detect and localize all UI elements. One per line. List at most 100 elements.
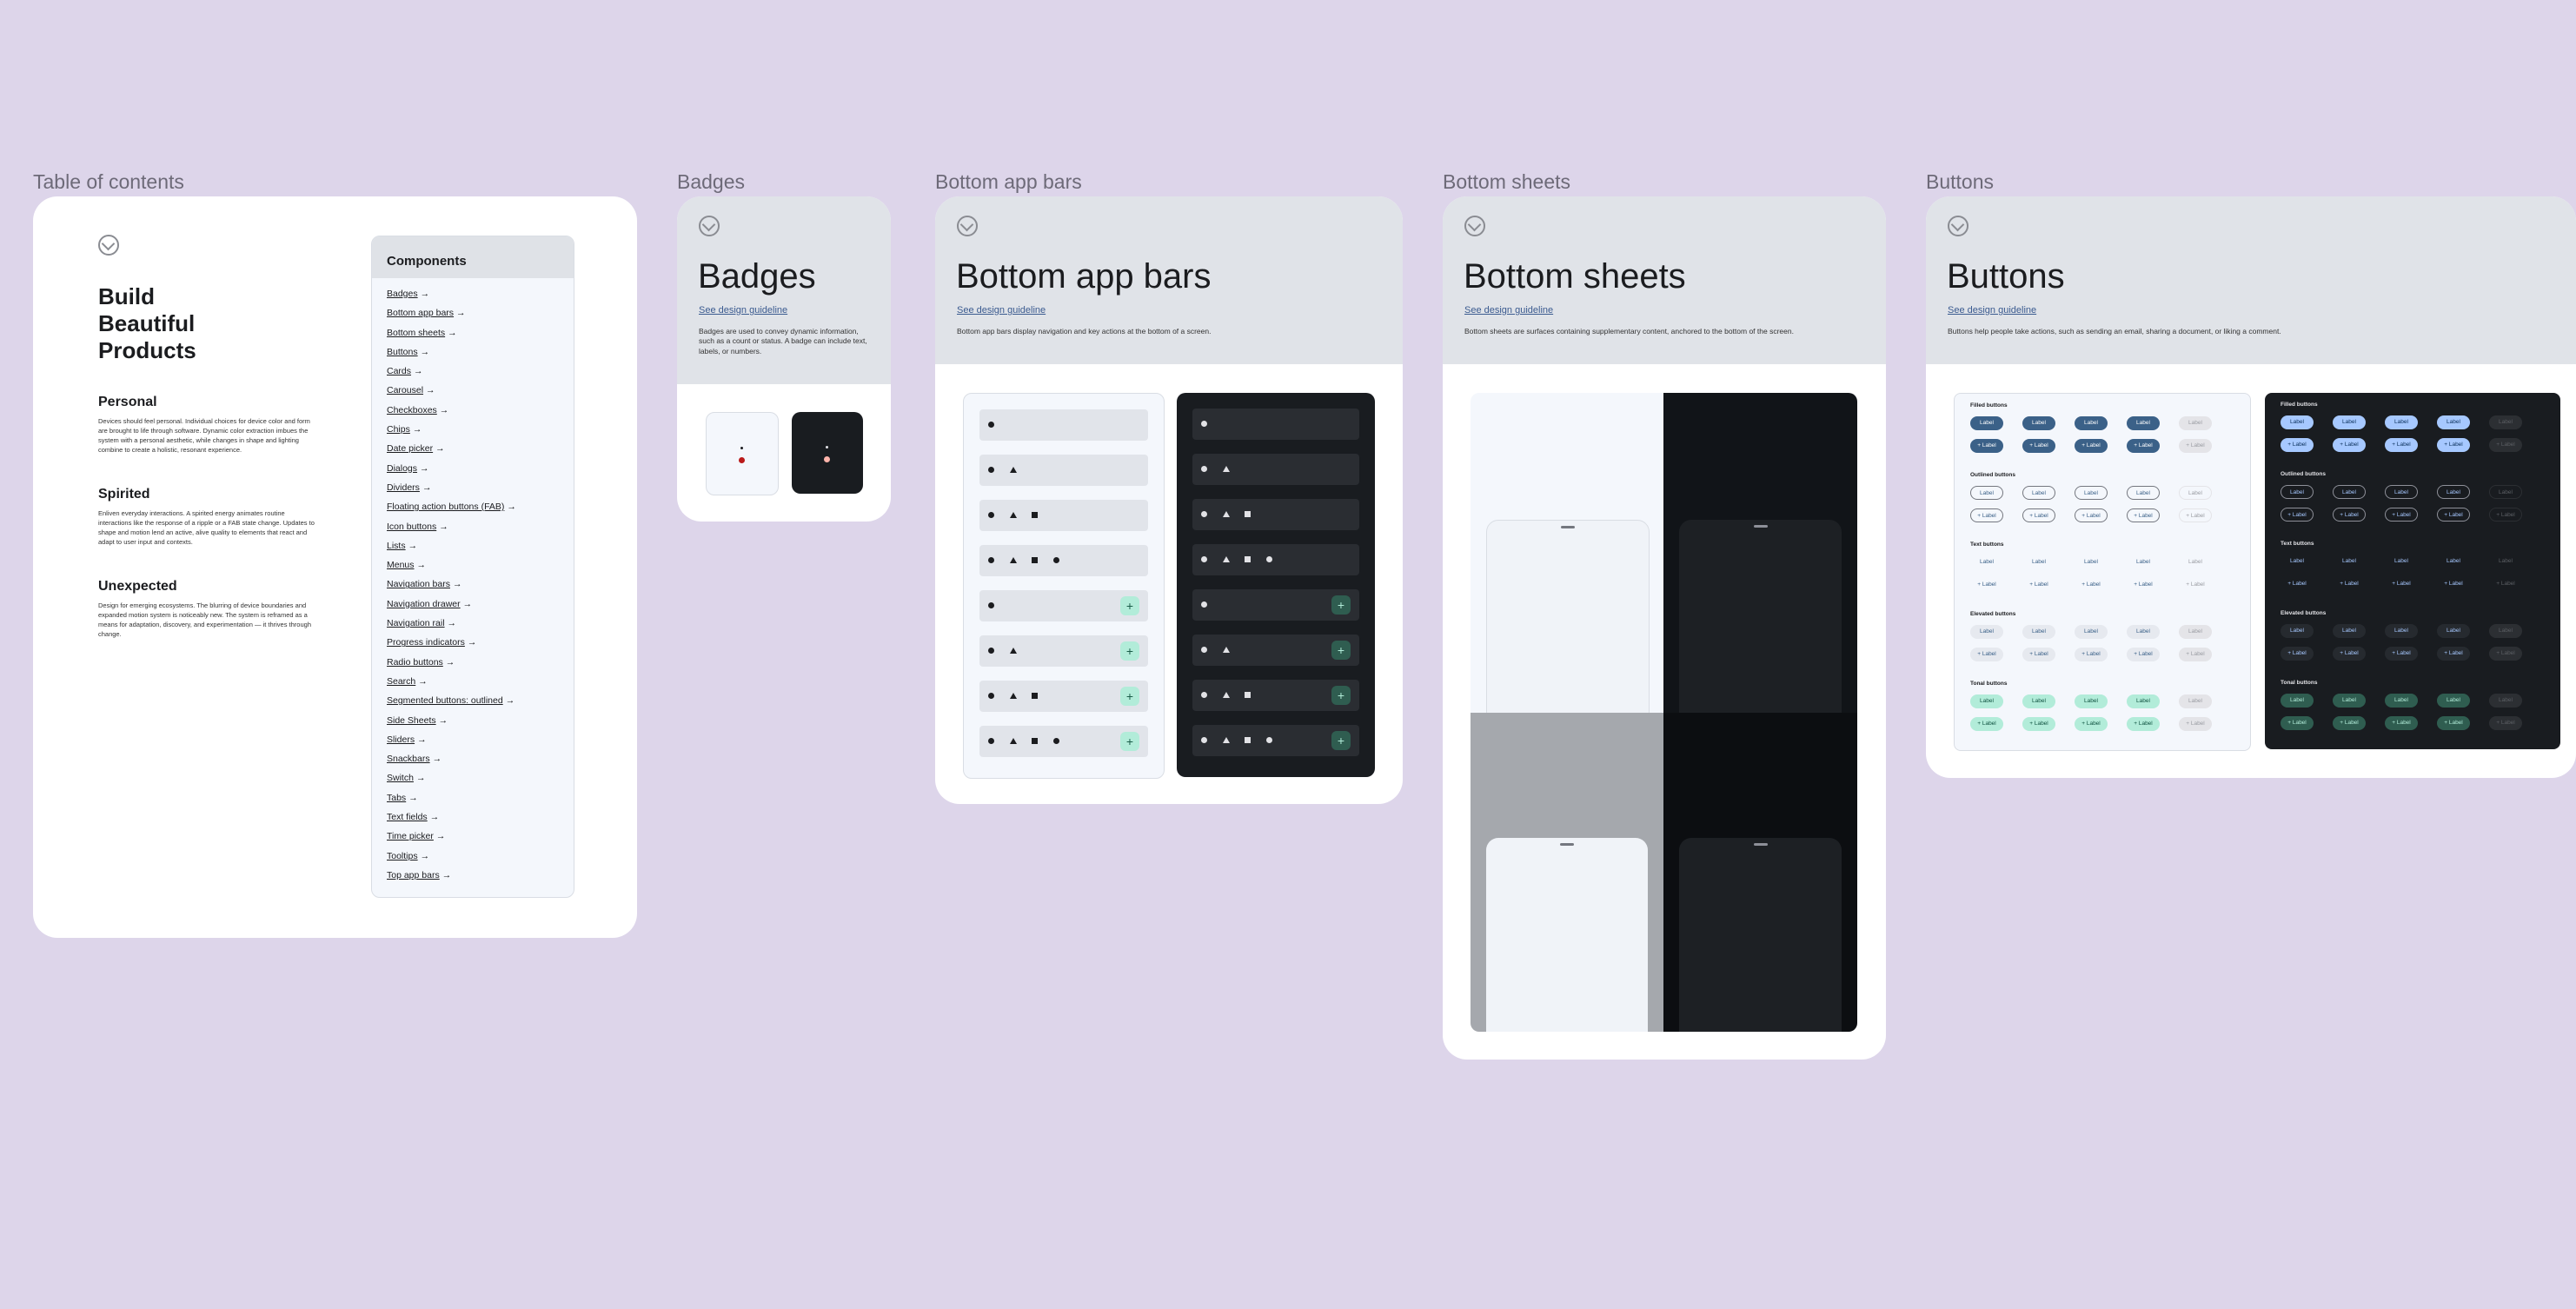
label-button[interactable]: + Label xyxy=(2281,508,2314,522)
label-button[interactable]: + Label xyxy=(2127,508,2160,522)
label-button[interactable]: Label xyxy=(2075,694,2108,708)
label-button[interactable]: + Label xyxy=(2437,647,2470,661)
component-link[interactable]: Progress indicators xyxy=(387,637,465,648)
label-button[interactable]: + Label xyxy=(2385,647,2418,661)
component-link[interactable]: Sliders xyxy=(387,734,415,745)
circle-icon[interactable] xyxy=(988,602,994,608)
label-button[interactable]: Label xyxy=(2281,624,2314,638)
label-button[interactable]: + Label xyxy=(2022,717,2055,731)
label-button[interactable]: + Label xyxy=(2437,508,2470,522)
label-button[interactable]: Label xyxy=(2281,555,2314,568)
label-button[interactable]: + Label xyxy=(2281,716,2314,730)
label-button[interactable]: + Label xyxy=(2489,438,2522,452)
component-link[interactable]: Chips xyxy=(387,424,410,435)
design-guideline-link[interactable]: See design guideline xyxy=(1464,305,1553,316)
label-button[interactable]: + Label xyxy=(2179,578,2212,592)
label-button[interactable]: Label xyxy=(1970,694,2003,708)
square-icon[interactable] xyxy=(1245,511,1251,517)
circle-icon[interactable] xyxy=(988,738,994,744)
triangle-icon[interactable] xyxy=(1223,556,1230,562)
label-button[interactable]: Label xyxy=(2437,694,2470,708)
component-link[interactable]: Lists xyxy=(387,541,406,551)
circle-icon[interactable] xyxy=(988,467,994,473)
circle-icon[interactable] xyxy=(988,422,994,428)
component-link[interactable]: Radio buttons xyxy=(387,657,443,668)
circle-icon[interactable] xyxy=(1053,738,1059,744)
label-button[interactable]: Label xyxy=(2075,486,2108,500)
label-button[interactable]: Label xyxy=(2022,416,2055,430)
label-button[interactable]: + Label xyxy=(2385,577,2418,591)
label-button[interactable]: Label xyxy=(2437,485,2470,499)
label-button[interactable]: Label xyxy=(2179,555,2212,569)
triangle-icon[interactable] xyxy=(1010,512,1017,518)
label-button[interactable]: + Label xyxy=(2179,508,2212,522)
label-button[interactable]: + Label xyxy=(2489,716,2522,730)
triangle-icon[interactable] xyxy=(1223,737,1230,743)
component-link[interactable]: Snackbars xyxy=(387,754,430,764)
circle-icon[interactable] xyxy=(1201,647,1207,653)
label-button[interactable]: Label xyxy=(2489,555,2522,568)
component-link[interactable]: Text fields xyxy=(387,812,428,822)
fab-add-button[interactable]: + xyxy=(1120,687,1139,706)
label-button[interactable]: + Label xyxy=(1970,648,2003,661)
label-button[interactable]: + Label xyxy=(2075,508,2108,522)
label-button[interactable]: + Label xyxy=(2075,578,2108,592)
circle-icon[interactable] xyxy=(1201,737,1207,743)
circle-icon[interactable] xyxy=(1053,557,1059,563)
fab-add-button[interactable]: + xyxy=(1331,641,1351,660)
label-button[interactable]: Label xyxy=(2385,694,2418,708)
label-button[interactable]: Label xyxy=(2127,416,2160,430)
circle-icon[interactable] xyxy=(1201,421,1207,427)
label-button[interactable]: Label xyxy=(2385,415,2418,429)
component-link[interactable]: Switch xyxy=(387,773,414,783)
label-button[interactable]: + Label xyxy=(2075,717,2108,731)
component-link[interactable]: Dialogs xyxy=(387,463,417,474)
label-button[interactable]: Label xyxy=(2385,624,2418,638)
circle-icon[interactable] xyxy=(1266,556,1272,562)
label-button[interactable]: Label xyxy=(2179,694,2212,708)
label-button[interactable]: + Label xyxy=(2022,578,2055,592)
fab-add-button[interactable]: + xyxy=(1120,732,1139,751)
label-button[interactable]: Label xyxy=(2075,625,2108,639)
component-link[interactable]: Checkboxes xyxy=(387,405,437,415)
drag-handle[interactable] xyxy=(1561,526,1575,528)
component-link[interactable]: Buttons xyxy=(387,347,418,357)
label-button[interactable]: + Label xyxy=(2437,716,2470,730)
label-button[interactable]: Label xyxy=(2127,555,2160,569)
fab-add-button[interactable]: + xyxy=(1120,596,1139,615)
triangle-icon[interactable] xyxy=(1010,693,1017,699)
label-button[interactable]: + Label xyxy=(2179,439,2212,453)
circle-icon[interactable] xyxy=(988,693,994,699)
component-link[interactable]: Floating action buttons (FAB) xyxy=(387,502,504,512)
label-button[interactable]: + Label xyxy=(2022,508,2055,522)
label-button[interactable]: Label xyxy=(2127,486,2160,500)
triangle-icon[interactable] xyxy=(1010,557,1017,563)
triangle-icon[interactable] xyxy=(1223,647,1230,653)
label-button[interactable]: + Label xyxy=(2333,508,2366,522)
label-button[interactable]: + Label xyxy=(2333,438,2366,452)
circle-icon[interactable] xyxy=(1266,737,1272,743)
component-link[interactable]: Badges xyxy=(387,289,418,299)
label-button[interactable]: + Label xyxy=(1970,717,2003,731)
component-link[interactable]: Bottom app bars xyxy=(387,308,454,318)
triangle-icon[interactable] xyxy=(1223,511,1230,517)
label-button[interactable]: Label xyxy=(2022,694,2055,708)
label-button[interactable]: + Label xyxy=(2022,648,2055,661)
component-link[interactable]: Top app bars xyxy=(387,870,440,880)
label-button[interactable]: + Label xyxy=(2075,648,2108,661)
circle-icon[interactable] xyxy=(988,512,994,518)
circle-icon[interactable] xyxy=(1201,556,1207,562)
label-button[interactable]: Label xyxy=(2281,485,2314,499)
square-icon[interactable] xyxy=(1245,737,1251,743)
label-button[interactable]: Label xyxy=(2333,485,2366,499)
component-link[interactable]: Navigation drawer xyxy=(387,599,461,609)
drag-handle[interactable] xyxy=(1560,843,1574,846)
label-button[interactable]: + Label xyxy=(2281,647,2314,661)
component-link[interactable]: Time picker xyxy=(387,831,434,841)
label-button[interactable]: Label xyxy=(2075,416,2108,430)
label-button[interactable]: Label xyxy=(2385,555,2418,568)
label-button[interactable]: Label xyxy=(2333,694,2366,708)
label-button[interactable]: + Label xyxy=(2022,439,2055,453)
label-button[interactable]: Label xyxy=(2489,415,2522,429)
design-guideline-link[interactable]: See design guideline xyxy=(699,305,787,316)
